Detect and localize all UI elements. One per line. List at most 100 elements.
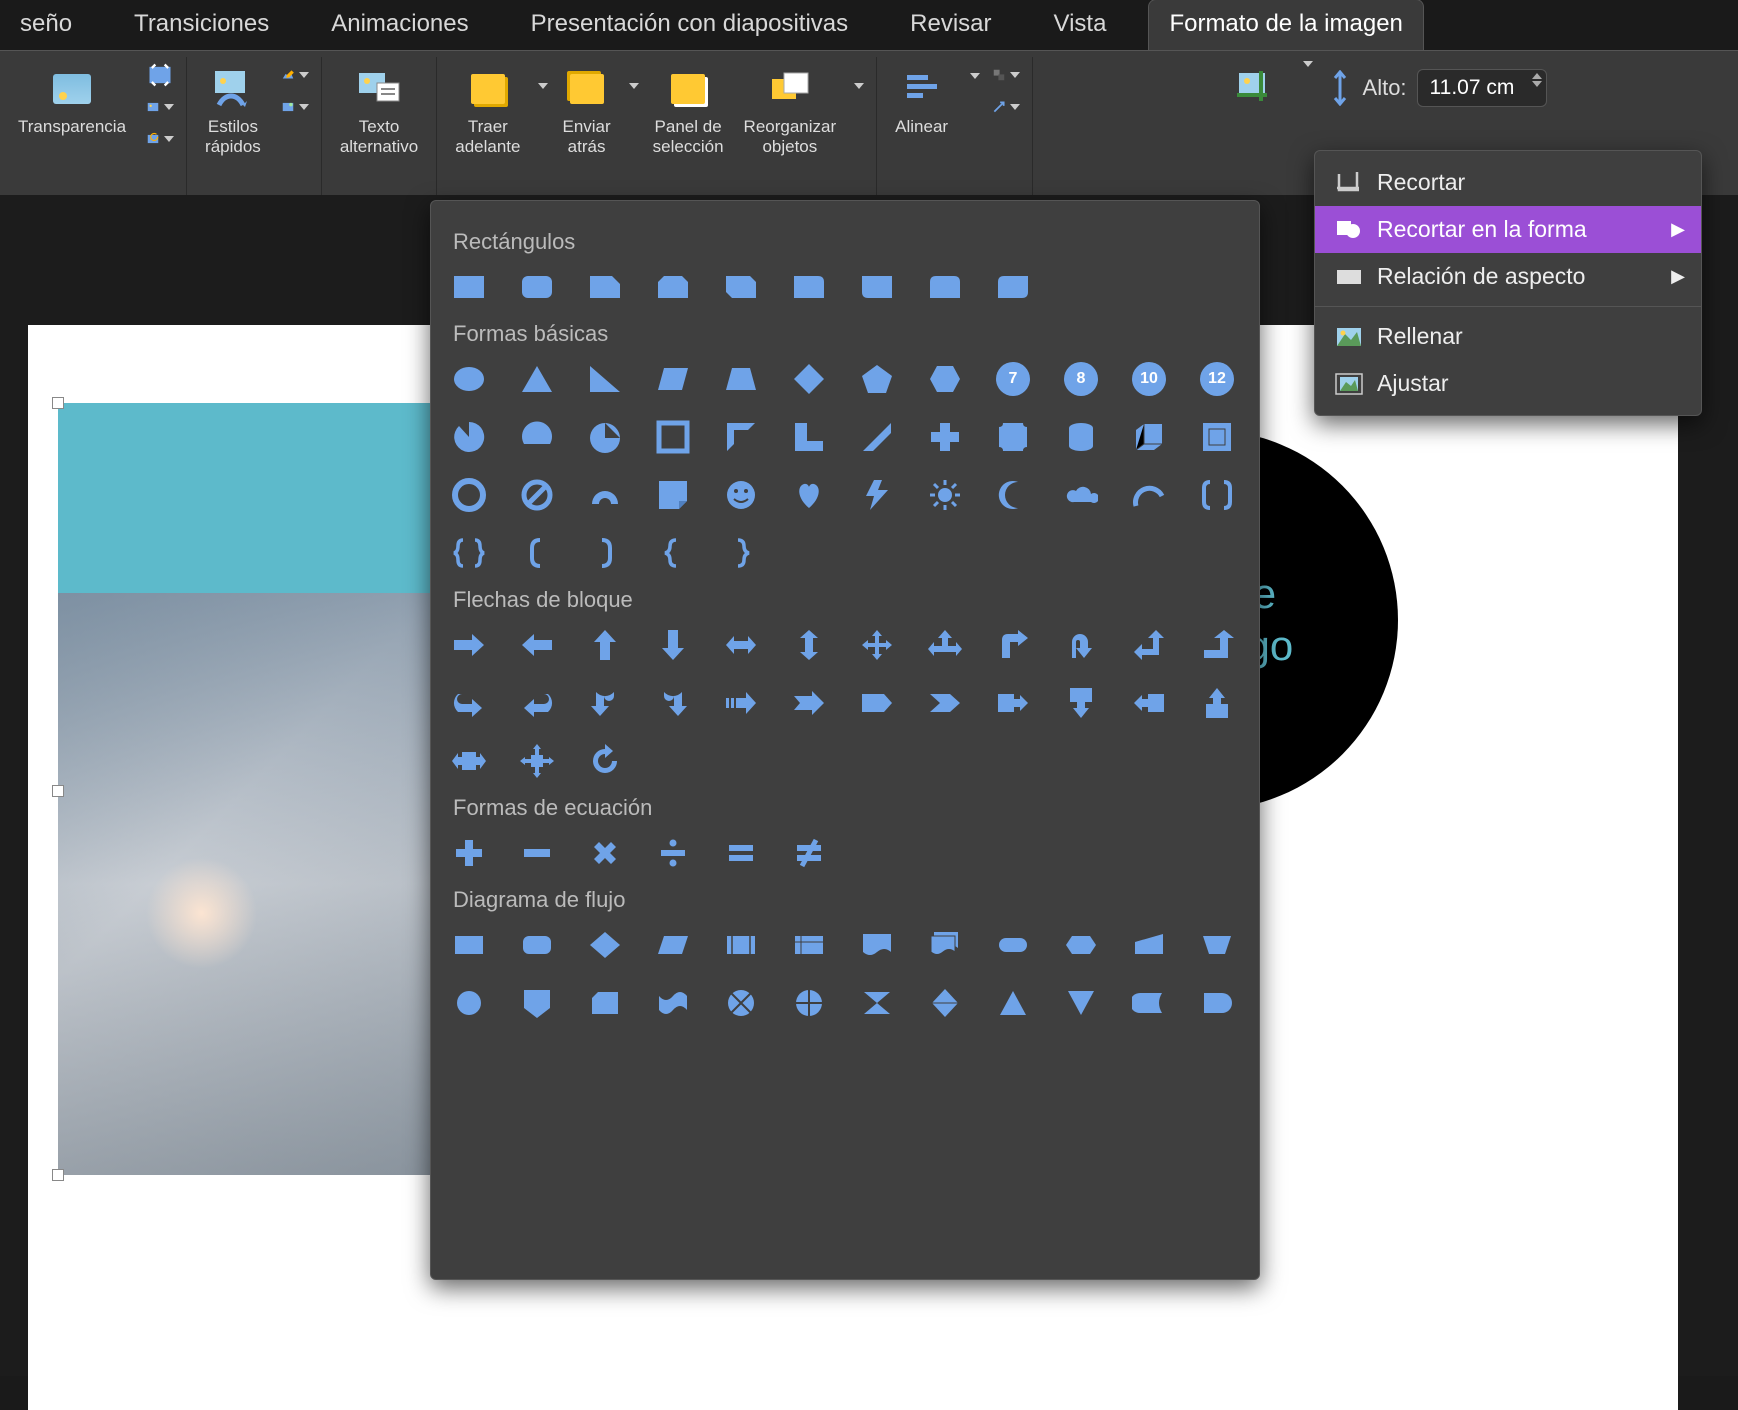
shape-no-symbol[interactable] [517,475,557,515]
shape-right-triangle[interactable] [585,359,625,399]
shape-diamond[interactable] [789,359,829,399]
shape-lightning[interactable] [857,475,897,515]
shape-flowchart-decision[interactable] [585,925,625,965]
shape-flowchart-terminator[interactable] [993,925,1033,965]
tab-diseno[interactable]: seño [0,0,92,50]
shape-arrow-curved-right[interactable] [449,683,489,723]
tab-animaciones[interactable]: Animaciones [311,0,488,50]
shape-minus[interactable] [517,833,557,873]
selection-handle[interactable] [52,1169,64,1181]
shape-l-shape[interactable] [789,417,829,457]
shape-flowchart-collate[interactable] [857,983,897,1023]
reset-picture-icon[interactable] [146,125,174,153]
shape-sun[interactable] [925,475,965,515]
shape-arrow-curved-left[interactable] [517,683,557,723]
shape-flowchart-multidoc[interactable] [925,925,965,965]
shape-arc[interactable] [1129,475,1169,515]
shape-parallelogram[interactable] [653,359,693,399]
shape-smiley[interactable] [721,475,761,515]
shape-arrow-pentagon[interactable] [857,683,897,723]
shape-arrow-left-callout[interactable] [1129,683,1169,723]
shape-arrow-quad[interactable] [857,625,897,665]
menu-item-rellenar[interactable]: Rellenar [1315,313,1701,360]
shape-double-bracket[interactable] [1197,475,1237,515]
shape-donut[interactable] [449,475,489,515]
shape-flowchart-predefined[interactable] [721,925,761,965]
teal-rectangle-shape[interactable] [58,403,436,593]
shape-arrow-right[interactable] [449,625,489,665]
crop-button[interactable] [1225,61,1285,117]
shape-round-diagonal[interactable] [993,267,1033,307]
shape-right-brace[interactable] [721,533,761,573]
menu-item-relacion-aspecto[interactable]: Relación de aspecto ▶ [1315,253,1701,300]
shape-plaque[interactable] [993,417,1033,457]
shape-arrow-striped-right[interactable] [721,683,761,723]
tab-revisar[interactable]: Revisar [890,0,1011,50]
height-spinner[interactable] [1532,73,1542,87]
shape-cross[interactable] [925,417,965,457]
shape-half-frame[interactable] [721,417,761,457]
shape-arrow-up-callout[interactable] [1197,683,1237,723]
compress-picture-icon[interactable] [146,61,174,89]
rotate-icon[interactable] [992,93,1020,121]
shape-flowchart-tape[interactable] [653,983,693,1023]
shape-flowchart-manual-op[interactable] [1197,925,1237,965]
shape-arrow-curved-down[interactable] [653,683,693,723]
shape-flowchart-data[interactable] [653,925,693,965]
shape-arrow-left-right-up[interactable] [925,625,965,665]
height-input[interactable]: 11.07 cm [1417,69,1547,107]
align-button[interactable]: Alinear [889,61,954,141]
menu-item-recortar[interactable]: Recortar [1315,159,1701,206]
shape-oval[interactable] [449,359,489,399]
menu-item-ajustar[interactable]: Ajustar [1315,360,1701,407]
shape-arrow-up-down[interactable] [789,625,829,665]
shape-snip-diagonal[interactable] [721,267,761,307]
shape-block-arc[interactable] [585,475,625,515]
shape-arrow-left-right[interactable] [721,625,761,665]
shape-flowchart-offpage[interactable] [517,983,557,1023]
shape-multiply[interactable] [585,833,625,873]
tab-presentacion-diapositivas[interactable]: Presentación con diapositivas [511,0,869,50]
tab-formato-imagen[interactable]: Formato de la imagen [1148,0,1423,50]
shape-bevel[interactable] [1197,417,1237,457]
shape-pentagon[interactable] [857,359,897,399]
quick-styles-button[interactable]: Estilos rápidos [199,61,267,160]
send-backward-button[interactable]: Enviar atrás [556,61,616,160]
shape-flowchart-preparation[interactable] [1061,925,1101,965]
shape-snip-same-side[interactable] [653,267,693,307]
shape-double-brace[interactable] [449,533,489,573]
shape-hexagon[interactable] [925,359,965,399]
shape-rounded-rectangle[interactable] [517,267,557,307]
shape-flowchart-sort[interactable] [925,983,965,1023]
transparency-button[interactable]: Transparencia [12,61,132,141]
selection-handle[interactable] [52,785,64,797]
shape-flowchart-or[interactable] [789,983,829,1023]
shape-flowchart-card[interactable] [585,983,625,1023]
shape-heart[interactable] [789,475,829,515]
shape-snip-single-corner[interactable] [585,267,625,307]
shape-arrow-uturn[interactable] [1061,625,1101,665]
shape-arrow-circular[interactable] [585,741,625,781]
shape-flowchart-alternate[interactable] [517,925,557,965]
menu-item-recortar-forma[interactable]: Recortar en la forma ▶ [1315,206,1701,253]
shape-equal[interactable] [721,833,761,873]
selection-pane-button[interactable]: Panel de selección [647,61,730,160]
picture-border-icon[interactable] [281,61,309,89]
shape-flowchart-connector[interactable] [449,983,489,1023]
shape-arrow-left-right-callout[interactable] [449,741,489,781]
shape-arrow-bent[interactable] [993,625,1033,665]
tab-vista[interactable]: Vista [1034,0,1127,50]
shape-diagonal-stripe[interactable] [857,417,897,457]
shape-round-single-corner[interactable] [857,267,897,307]
shape-trapezoid[interactable] [721,359,761,399]
shape-arrow-right-callout[interactable] [993,683,1033,723]
shape-flowchart-document[interactable] [857,925,897,965]
shape-flowchart-delay[interactable] [1197,983,1237,1023]
shape-flowchart-internal-storage[interactable] [789,925,829,965]
shape-chord[interactable] [517,417,557,457]
shape-arrow-curved-up[interactable] [585,683,625,723]
shape-arrow-up[interactable] [585,625,625,665]
shape-round-same-side[interactable] [925,267,965,307]
shape-cloud[interactable] [1061,475,1101,515]
shape-heptagon[interactable]: 7 [993,359,1033,399]
